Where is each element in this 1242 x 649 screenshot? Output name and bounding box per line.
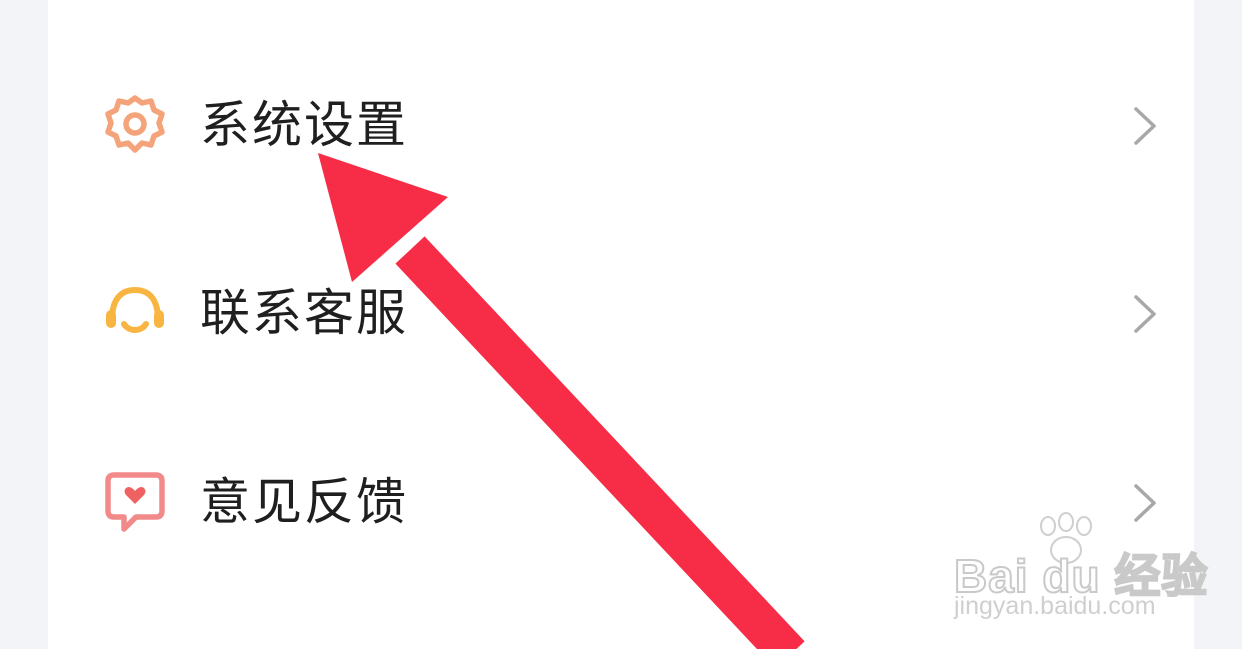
menu-item-system-settings[interactable]: 系统设置 [48, 50, 1194, 200]
menu-item-label: 联系客服 [200, 284, 408, 342]
feedback-heart-icon [105, 472, 165, 532]
headset-icon [106, 286, 164, 333]
gear-icon [105, 95, 165, 153]
menu-item-label: 系统设置 [200, 96, 408, 154]
chevron-right-icon [1134, 295, 1156, 333]
menu-item-contact-support[interactable]: 联系客服 [48, 238, 1194, 388]
chevron-right-icon [1134, 107, 1156, 145]
chevron-right-icon [1134, 484, 1156, 522]
menu-item-label: 意见反馈 [200, 473, 408, 531]
menu-item-feedback[interactable]: 意见反馈 [48, 427, 1194, 577]
